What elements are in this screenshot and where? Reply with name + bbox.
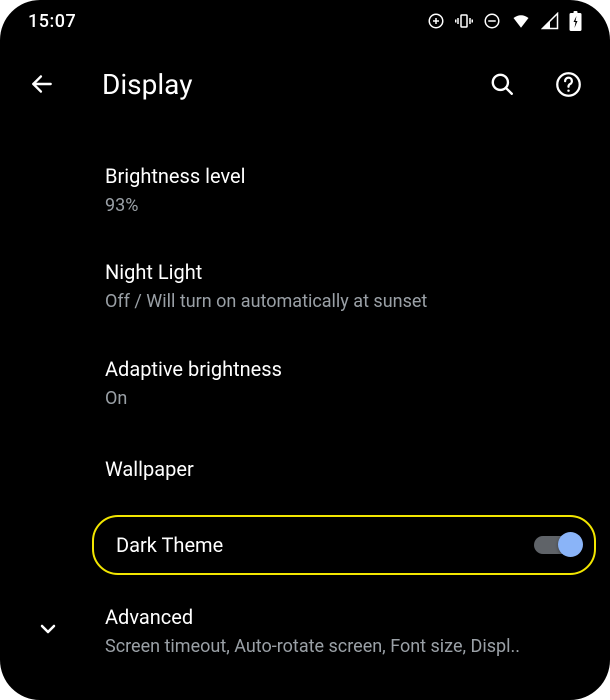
wallpaper-item[interactable]: Wallpaper: [0, 431, 610, 507]
wifi-icon: [511, 12, 531, 30]
toggle-thumb: [558, 532, 583, 557]
search-button[interactable]: [482, 64, 522, 104]
item-subtitle: Screen timeout, Auto-rotate screen, Font…: [105, 635, 582, 659]
item-subtitle: Off / Will turn on automatically at suns…: [105, 290, 582, 314]
advanced-item[interactable]: Advanced Screen timeout, Auto-rotate scr…: [0, 583, 610, 679]
night-light-item[interactable]: Night Light Off / Will turn on automatic…: [0, 238, 610, 334]
page-title: Display: [102, 68, 456, 101]
item-title: Wallpaper: [105, 455, 582, 483]
settings-list: Brightness level 93% Night Light Off / W…: [0, 122, 610, 679]
item-subtitle: On: [105, 387, 582, 411]
item-title: Advanced: [105, 603, 582, 631]
battery-charging-icon: [569, 11, 582, 31]
header: Display: [0, 42, 610, 122]
help-icon: [555, 71, 582, 98]
status-icons: [427, 11, 582, 31]
item-title: Night Light: [105, 258, 582, 286]
settings-screen: 15:07 Display: [0, 0, 610, 700]
item-title: Dark Theme: [116, 531, 510, 559]
status-time: 15:07: [28, 11, 76, 32]
adaptive-brightness-item[interactable]: Adaptive brightness On: [0, 335, 610, 431]
dark-theme-item[interactable]: Dark Theme: [0, 507, 610, 583]
vibrate-icon: [455, 12, 473, 30]
item-subtitle: 93%: [105, 194, 582, 218]
item-title: Adaptive brightness: [105, 355, 582, 383]
chevron-down-icon: [36, 617, 60, 645]
search-icon: [489, 71, 515, 97]
status-bar: 15:07: [0, 0, 610, 42]
help-button[interactable]: [548, 64, 588, 104]
item-title: Brightness level: [105, 162, 582, 190]
dark-theme-toggle[interactable]: [534, 531, 580, 559]
signal-icon: [541, 12, 559, 30]
brightness-level-item[interactable]: Brightness level 93%: [0, 142, 610, 238]
back-button[interactable]: [22, 64, 62, 104]
add-alarm-icon: [427, 12, 445, 30]
arrow-left-icon: [29, 71, 55, 97]
do-not-disturb-icon: [483, 12, 501, 30]
